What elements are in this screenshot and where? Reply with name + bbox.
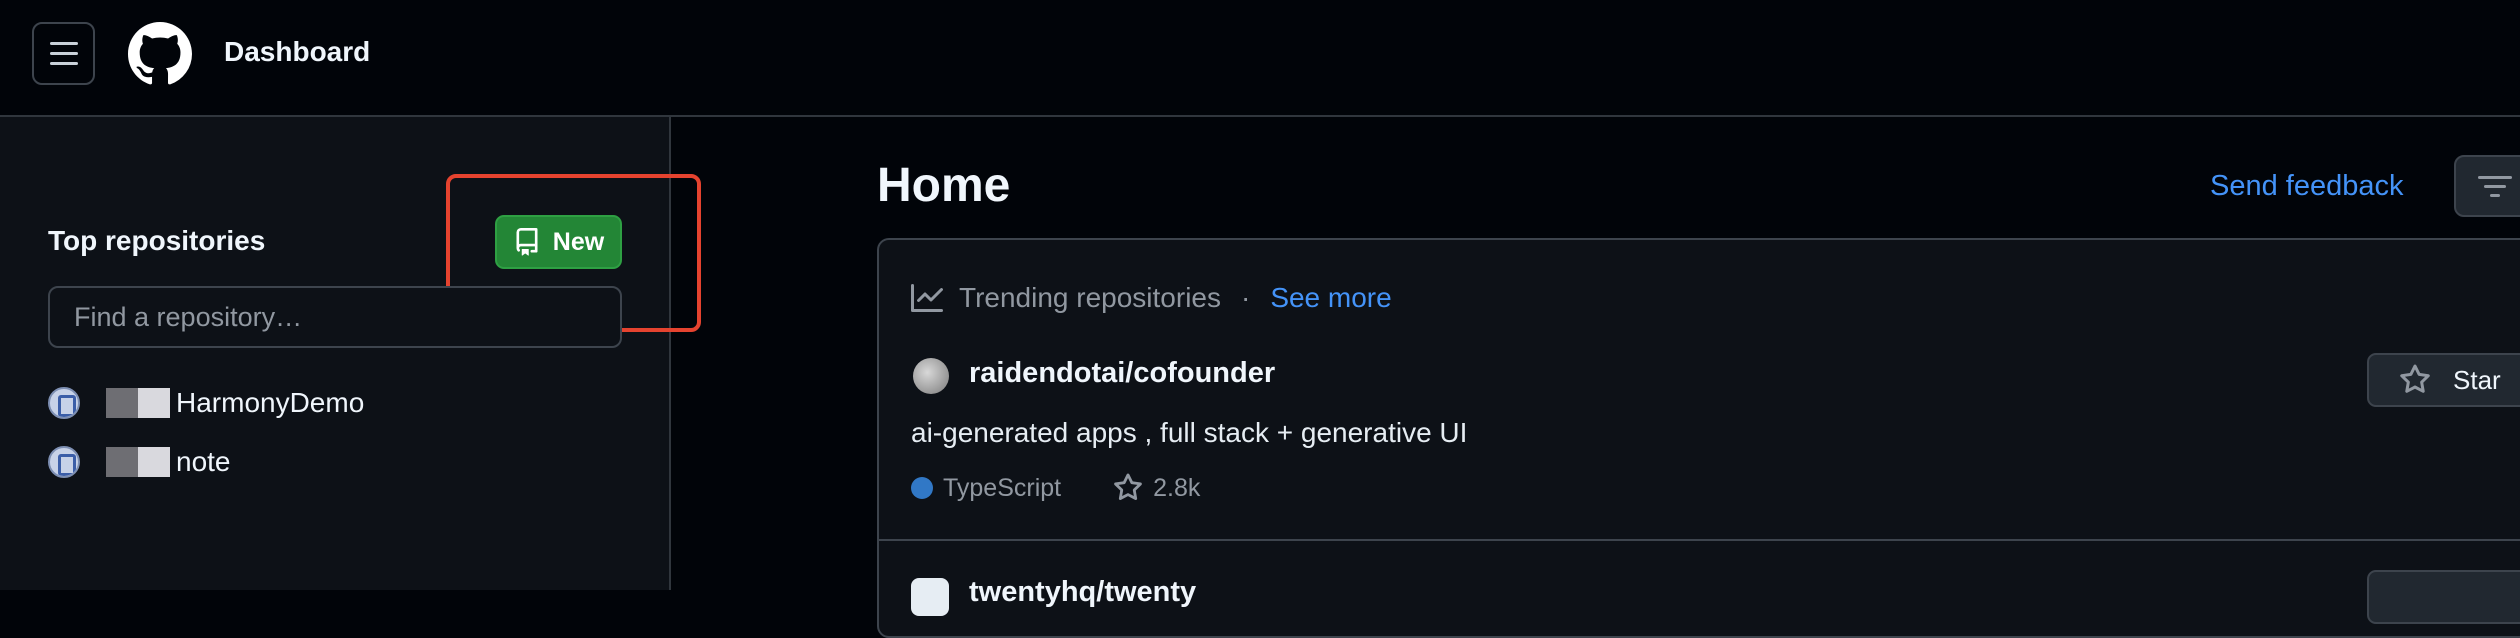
new-repository-button[interactable]: New (495, 215, 622, 269)
avatar (48, 446, 80, 478)
sidebar: Top repositories New HarmonyDemo note (0, 117, 701, 590)
star-button[interactable]: Star (2367, 353, 2520, 407)
star-count: 2.8k (1153, 473, 1201, 502)
top-bar: Dashboard (0, 0, 2520, 117)
stargazers-link[interactable]: 2.8k (1113, 473, 1200, 503)
avatar[interactable] (913, 358, 949, 394)
star-button-label: Star (2453, 364, 2501, 395)
star-icon (2400, 364, 2430, 393)
filter-icon (2478, 175, 2512, 197)
repo-name[interactable]: note (176, 446, 231, 478)
redacted-owner (106, 388, 170, 418)
redacted-owner (106, 447, 170, 477)
repo-meta: TypeScript 2.8k (911, 473, 1200, 503)
repo-name[interactable]: HarmonyDemo (176, 387, 364, 419)
avatar (48, 387, 80, 419)
repo-language: TypeScript (943, 473, 1062, 502)
sidebar-repo-item[interactable]: HarmonyDemo (48, 383, 364, 423)
card-header: Trending repositories · See more (911, 282, 1392, 314)
filter-button[interactable] (2454, 155, 2520, 217)
github-logo-icon[interactable] (128, 22, 192, 86)
trending-repositories-card: Trending repositories · See more raidend… (877, 238, 2520, 638)
star-icon (1114, 473, 1142, 501)
new-button-label: New (552, 227, 605, 256)
star-button[interactable] (2367, 570, 2520, 624)
graph-icon (911, 284, 943, 312)
trending-repositories-label: Trending repositories (959, 282, 1221, 313)
see-more-link[interactable]: See more (1270, 282, 1391, 314)
language-color-dot (911, 477, 933, 499)
trending-repo-name-link[interactable]: raidendotai/cofounder (969, 357, 1275, 390)
repo-icon (516, 228, 538, 256)
repo-description: ai-generated apps , full stack + generat… (911, 417, 1468, 448)
sidebar-repo-item[interactable]: note (48, 442, 231, 482)
avatar[interactable] (911, 578, 949, 616)
hamburger-menu-icon (49, 42, 78, 45)
send-feedback-link[interactable]: Send feedback (2210, 170, 2403, 203)
page-heading-dashboard[interactable]: Dashboard (224, 36, 370, 68)
card-divider (879, 539, 2520, 541)
separator-dot: · (1240, 282, 1251, 313)
trending-repo-name-link[interactable]: twentyhq/twenty (969, 576, 1196, 609)
hamburger-menu-button[interactable] (32, 22, 95, 85)
find-repository-input[interactable] (48, 286, 622, 348)
top-repositories-heading: Top repositories (48, 225, 266, 256)
page-title: Home (877, 159, 1011, 212)
